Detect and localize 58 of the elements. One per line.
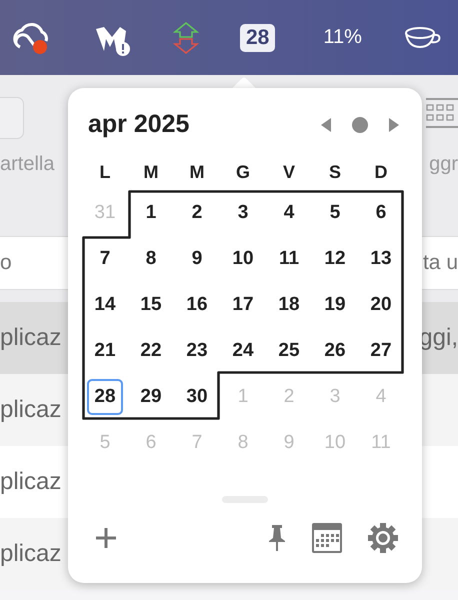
calendar-day[interactable]: 21 xyxy=(87,333,123,369)
calendar-day[interactable]: 11 xyxy=(271,241,307,277)
column-header[interactable]: o xyxy=(0,251,12,275)
weekday-label: L xyxy=(100,162,110,182)
calendar-day[interactable]: 14 xyxy=(87,287,123,323)
add-icon[interactable] xyxy=(94,526,118,550)
calendar-day[interactable]: 15 xyxy=(133,287,169,323)
up-down-arrows-icon[interactable] xyxy=(172,20,200,54)
next-month-icon[interactable] xyxy=(388,116,400,132)
calendar-day[interactable]: 22 xyxy=(133,333,169,369)
calendar-day[interactable]: 20 xyxy=(363,287,399,323)
calendar-day[interactable]: 30 xyxy=(179,379,215,415)
grid-view-icon[interactable] xyxy=(424,97,458,129)
weekday-label: S xyxy=(328,162,341,182)
toolbar-label: ggr xyxy=(429,153,458,176)
table-cell: plicaz xyxy=(0,324,62,352)
weekday-label: G xyxy=(236,162,250,182)
calendar-day[interactable]: 19 xyxy=(317,287,353,323)
calendar-day[interactable]: 13 xyxy=(363,241,399,277)
calendar-day[interactable]: 5 xyxy=(317,195,353,231)
calendar-day[interactable]: 7 xyxy=(87,241,123,277)
table-cell: plicaz xyxy=(0,468,62,496)
previous-month-icon[interactable] xyxy=(320,116,332,132)
calendar-day[interactable]: 9 xyxy=(179,241,215,277)
month-title: apr 2025 xyxy=(88,110,190,139)
calendar-icon[interactable] xyxy=(312,523,342,553)
toolbar-label: artella xyxy=(0,153,54,176)
calendar-day[interactable]: 2 xyxy=(179,195,215,231)
calendar-day[interactable]: 12 xyxy=(317,241,353,277)
calendar-day[interactable]: 25 xyxy=(271,333,307,369)
calendar-day[interactable]: 23 xyxy=(179,333,215,369)
calendar-day[interactable]: 18 xyxy=(271,287,307,323)
pin-icon[interactable] xyxy=(268,524,286,552)
calendar-day[interactable]: 27 xyxy=(363,333,399,369)
today-dot-icon[interactable] xyxy=(352,116,368,132)
battery-percentage[interactable]: 11% xyxy=(323,26,362,49)
date-badge[interactable]: 28 xyxy=(240,24,276,52)
weekday-label: D xyxy=(374,162,388,182)
calendar-day[interactable]: 26 xyxy=(317,333,353,369)
weekday-label: M xyxy=(190,162,204,182)
table-cell: plicaz xyxy=(0,396,62,424)
column-header[interactable]: ta u xyxy=(422,251,458,275)
weekday-label: M xyxy=(144,162,158,182)
calendar-day[interactable]: 17 xyxy=(225,287,261,323)
cup-icon[interactable] xyxy=(404,24,442,50)
calendar-day[interactable]: 10 xyxy=(225,241,261,277)
calendar-day[interactable]: 28 xyxy=(87,379,123,415)
settings-icon[interactable] xyxy=(368,523,398,553)
calendar-day[interactable]: 4 xyxy=(271,195,307,231)
calendar-day[interactable]: 3 xyxy=(225,195,261,231)
calendar-day[interactable]: 29 xyxy=(133,379,169,415)
weekday-label: V xyxy=(282,162,295,182)
calendar-day[interactable]: 6 xyxy=(363,195,399,231)
calendar-day[interactable]: 24 xyxy=(225,333,261,369)
calendar-day[interactable]: 1 xyxy=(133,195,169,231)
table-cell: plicaz xyxy=(0,540,62,568)
calendar-day[interactable]: 16 xyxy=(179,287,215,323)
calendar-day[interactable]: 8 xyxy=(133,241,169,277)
